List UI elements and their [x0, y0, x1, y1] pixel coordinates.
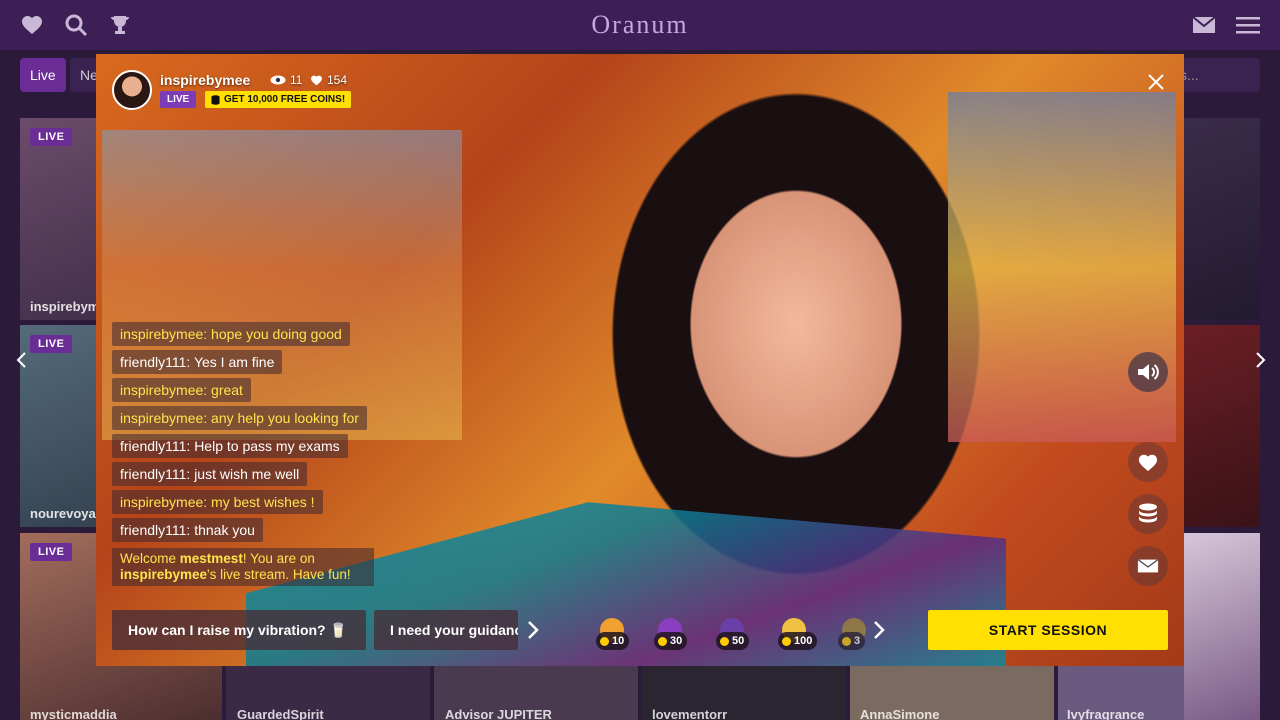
- tip-gift-100[interactable]: 100: [778, 618, 822, 654]
- chat-message: friendly111: just wish me well: [112, 462, 308, 486]
- live-badge: LIVE: [30, 543, 73, 561]
- tip-amount-value: 10: [612, 635, 625, 647]
- tile-name: nourevoya: [30, 506, 96, 521]
- tip-amount: 30: [654, 632, 688, 650]
- tip-gift-more[interactable]: 3: [838, 618, 866, 654]
- chat-message: inspirebymee: any help you looking for: [112, 406, 367, 430]
- filter-live[interactable]: Live: [20, 58, 66, 92]
- tip-coins-button[interactable]: [1128, 494, 1168, 534]
- favorite-button[interactable]: [1128, 442, 1168, 482]
- tip-amount: 3: [838, 632, 866, 650]
- chat-message: inspirebymee: great: [112, 378, 251, 402]
- tile-name: inspirebym: [30, 299, 100, 314]
- coins-icon: [211, 94, 220, 105]
- psychic-tile[interactable]: [1184, 118, 1260, 320]
- mail-icon: [1137, 559, 1159, 573]
- free-coins-button[interactable]: GET 10,000 FREE COINS!: [205, 91, 352, 108]
- top-bar: Oranum: [0, 0, 1280, 50]
- tip-amount: 50: [716, 632, 750, 650]
- tip-amount-value: 30: [670, 635, 683, 647]
- chat-message: friendly111: Help to pass my exams: [112, 434, 348, 458]
- next-arrow-icon[interactable]: [1250, 350, 1270, 370]
- chat-message: inspirebymee: hope you doing good: [112, 322, 350, 346]
- welcome-message: Welcome mestmest! You are on inspirebyme…: [112, 548, 374, 586]
- tip-amount: 10: [596, 632, 630, 650]
- tile-name: Ivyfragrance: [1067, 707, 1145, 720]
- coin-icon: [600, 636, 609, 646]
- welcome-prefix: Welcome: [120, 551, 180, 566]
- chat-message: friendly111: Yes I am fine: [112, 350, 283, 374]
- tile-name: mysticmaddia: [30, 707, 117, 720]
- eye-icon: [270, 75, 286, 85]
- speaker-icon: [1138, 364, 1159, 380]
- chevron-right-icon[interactable]: [872, 620, 886, 640]
- live-stream-modal: inspirebymee 11 154 LIVE GET 10,000 FREE…: [96, 54, 1184, 666]
- tip-gift-50[interactable]: 50: [716, 618, 760, 654]
- welcome-user: mestmest: [179, 551, 243, 566]
- coins-icon: [1139, 503, 1157, 523]
- tip-gift-30[interactable]: 30: [654, 618, 698, 654]
- welcome-suffix: 's live stream. Have fun!: [207, 567, 351, 582]
- start-session-button[interactable]: START SESSION: [928, 610, 1168, 650]
- viewer-count: 11: [270, 73, 302, 87]
- coin-icon: [782, 636, 791, 646]
- psychic-tile[interactable]: [1184, 533, 1260, 720]
- heart-icon: [311, 75, 322, 86]
- coin-icon: [720, 636, 729, 646]
- chat-message: inspirebymee: my best wishes !: [112, 490, 323, 514]
- quick-question-button[interactable]: I need your guidance: [374, 610, 518, 650]
- chevron-right-icon[interactable]: [526, 620, 540, 640]
- tile-name: lovementorr: [652, 707, 728, 720]
- prev-arrow-icon[interactable]: [12, 350, 32, 370]
- mail-icon[interactable]: [1192, 13, 1216, 37]
- like-count-value: 154: [327, 73, 348, 87]
- chat-message: friendly111: thnak you: [112, 518, 263, 542]
- live-badge: LIVE: [30, 335, 73, 353]
- tip-amount: 100: [778, 632, 818, 650]
- live-badge: LIVE: [160, 91, 197, 108]
- psychic-tile[interactable]: [1184, 325, 1260, 527]
- tip-amount-value: 3: [854, 635, 861, 647]
- tile-name: AnnaSimone: [860, 707, 940, 720]
- coin-icon: [658, 636, 667, 646]
- tip-amount-value: 50: [732, 635, 745, 647]
- like-count: 154: [310, 73, 347, 87]
- free-coins-label: GET 10,000 FREE COINS!: [224, 94, 346, 105]
- heart-icon: [1138, 454, 1158, 472]
- welcome-middle: ! You are on: [242, 551, 315, 566]
- tile-name: Advisor JUPITER: [445, 707, 552, 720]
- quick-question-button[interactable]: How can I raise my vibration? 🥛: [112, 610, 366, 650]
- message-button[interactable]: [1128, 546, 1168, 586]
- oranum-logo[interactable]: Oranum: [0, 10, 1280, 40]
- tip-amount-value: 100: [794, 635, 813, 647]
- live-badge: LIVE: [30, 128, 73, 146]
- tile-name: GuardedSpirit: [237, 707, 324, 720]
- close-icon[interactable]: [1146, 72, 1166, 92]
- welcome-streamer: inspirebymee: [120, 567, 208, 582]
- avatar[interactable]: [112, 70, 152, 110]
- tip-gift-10[interactable]: 10: [596, 618, 640, 654]
- hamburger-icon[interactable]: [1236, 13, 1260, 37]
- sound-button[interactable]: [1128, 352, 1168, 392]
- viewer-count-value: 11: [290, 73, 303, 87]
- coin-icon: [842, 636, 851, 646]
- streamer-name[interactable]: inspirebymee: [160, 72, 250, 88]
- bottom-row-names: mysticmaddia GuardedSpirit Advisor JUPIT…: [0, 708, 1280, 720]
